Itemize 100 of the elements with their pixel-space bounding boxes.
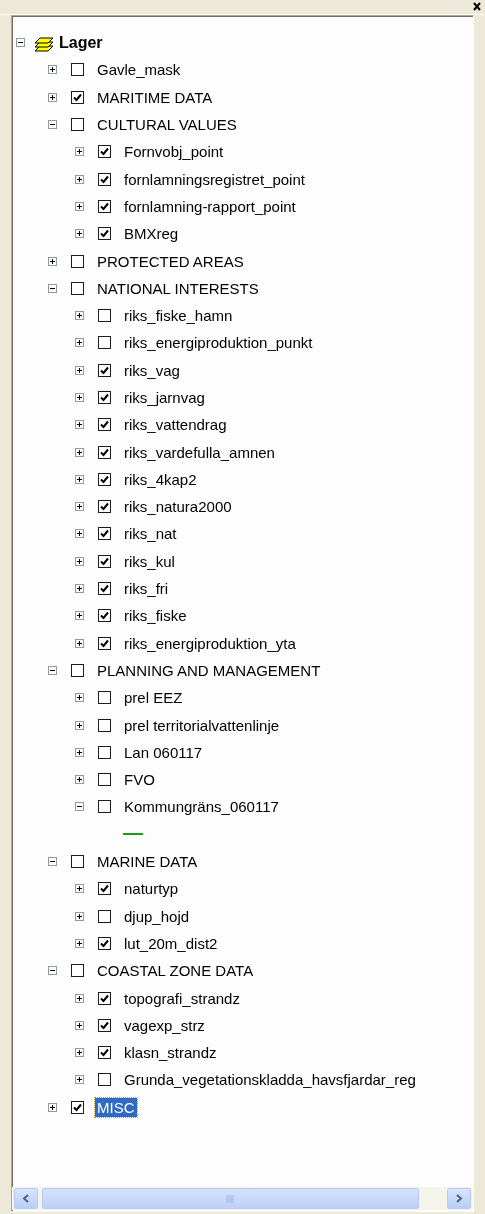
layer-name[interactable]: riks_energiproduktion_yta [122, 633, 298, 653]
scroll-thumb[interactable] [42, 1188, 419, 1209]
checkbox[interactable] [98, 418, 111, 432]
expand-toggle[interactable] [75, 365, 84, 375]
checkbox[interactable] [71, 281, 84, 295]
expand-toggle[interactable] [75, 911, 84, 921]
layer-name[interactable]: Lan 060117 [122, 742, 205, 762]
layer-name[interactable]: fornlamningsregistret_point [122, 169, 307, 189]
layer-name[interactable]: MISC [95, 1097, 137, 1117]
checkbox[interactable] [98, 1046, 111, 1060]
expand-toggle[interactable] [75, 229, 84, 239]
expand-toggle[interactable] [75, 1048, 84, 1058]
expand-toggle[interactable] [75, 556, 84, 566]
checkbox[interactable] [98, 363, 111, 377]
expand-toggle[interactable] [75, 502, 84, 512]
layer-name[interactable]: BMXreg [122, 224, 181, 244]
layer-name[interactable]: prel EEZ [122, 688, 185, 708]
expand-toggle[interactable] [48, 120, 57, 130]
expand-toggle[interactable] [75, 447, 84, 457]
checkbox[interactable] [98, 472, 111, 486]
expand-toggle[interactable] [75, 638, 84, 648]
checkbox[interactable] [98, 172, 111, 186]
checkbox[interactable] [98, 500, 111, 514]
checkbox[interactable] [98, 882, 111, 896]
checkbox[interactable] [98, 800, 111, 814]
checkbox[interactable] [71, 254, 84, 268]
layer-name[interactable]: PLANNING AND MANAGEMENT [95, 660, 323, 680]
layer-name[interactable]: riks_energiproduktion_punkt [122, 333, 315, 353]
expand-toggle[interactable] [75, 174, 84, 184]
layer-name[interactable]: MARITIME DATA [95, 87, 215, 107]
checkbox[interactable] [98, 336, 111, 350]
checkbox[interactable] [71, 90, 84, 104]
expand-toggle[interactable] [75, 393, 84, 402]
layer-name[interactable]: topografi_strandz [122, 988, 242, 1008]
expand-toggle[interactable] [75, 1020, 84, 1030]
checkbox[interactable] [71, 1100, 84, 1114]
layer-name[interactable]: riks_4kap2 [122, 469, 199, 489]
checkbox[interactable] [71, 663, 84, 677]
checkbox[interactable] [98, 991, 111, 1005]
expand-toggle[interactable] [75, 775, 84, 785]
layer-name[interactable]: riks_jarnvag [122, 388, 207, 407]
checkbox[interactable] [98, 909, 111, 923]
scroll-left-button[interactable] [14, 1188, 38, 1209]
checkbox[interactable] [98, 936, 111, 950]
layer-name[interactable]: Kommungräns_060117 [122, 797, 281, 817]
layer-name[interactable]: riks_fri [122, 579, 171, 599]
layer-name[interactable]: riks_nat [122, 524, 179, 544]
layer-name[interactable]: vagexp_strz [122, 1015, 207, 1035]
expand-toggle[interactable] [75, 720, 84, 730]
layer-name[interactable]: klasn_strandz [122, 1043, 219, 1063]
checkbox[interactable] [71, 63, 84, 77]
expand-toggle[interactable] [75, 693, 84, 703]
checkbox[interactable] [98, 445, 111, 459]
layer-name[interactable]: PROTECTED AREAS [95, 251, 246, 271]
layer-name[interactable]: riks_kul [122, 551, 177, 571]
checkbox[interactable] [98, 773, 111, 787]
checkbox[interactable] [71, 964, 84, 978]
layer-name[interactable]: riks_fiske [122, 606, 189, 626]
layer-name[interactable]: Grunda_vegetationskladda_havsfjardar_reg [122, 1070, 418, 1090]
layer-name[interactable]: MARINE DATA [95, 852, 200, 872]
layer-name[interactable]: CULTURAL VALUES [95, 115, 239, 135]
layer-name[interactable]: COASTAL ZONE DATA [95, 961, 256, 981]
checkbox[interactable] [98, 636, 111, 650]
expand-toggle[interactable] [48, 1102, 57, 1112]
checkbox[interactable] [98, 309, 111, 323]
checkbox[interactable] [98, 718, 111, 732]
layer-name[interactable]: naturtyp [122, 879, 181, 899]
expand-toggle[interactable] [48, 966, 57, 976]
layer-name[interactable]: lut_20m_dist2 [122, 933, 220, 953]
checkbox[interactable] [98, 554, 111, 568]
layer-name[interactable]: FVO [122, 770, 157, 790]
expand-toggle[interactable] [75, 420, 84, 430]
checkbox[interactable] [98, 227, 111, 241]
expand-toggle[interactable] [75, 474, 84, 484]
expand-toggle[interactable] [48, 256, 57, 266]
layer-name[interactable]: prel territorialvattenlinje [122, 715, 282, 735]
expand-toggle[interactable] [75, 529, 84, 539]
scroll-right-button[interactable] [447, 1188, 471, 1209]
expand-toggle[interactable] [75, 201, 84, 211]
expand-toggle[interactable] [75, 938, 84, 948]
checkbox[interactable] [98, 1018, 111, 1032]
checkbox[interactable] [98, 527, 111, 541]
expand-toggle[interactable] [75, 584, 84, 594]
tree-root-label[interactable]: Lager [57, 33, 105, 53]
expand-toggle[interactable] [75, 884, 84, 894]
layer-name[interactable]: riks_vattendrag [122, 415, 229, 435]
layer-name[interactable]: riks_fiske_hamn [122, 306, 235, 326]
layer-name[interactable]: fornlamning-rapport_point [122, 196, 298, 216]
checkbox[interactable] [98, 391, 111, 404]
expand-toggle[interactable] [48, 283, 57, 293]
expand-toggle[interactable] [75, 147, 84, 157]
expand-toggle[interactable] [48, 92, 57, 102]
checkbox[interactable] [71, 118, 84, 132]
expand-toggle[interactable] [16, 38, 25, 48]
layer-name[interactable]: Fornvobj_point [122, 142, 226, 162]
checkbox[interactable] [98, 745, 111, 759]
layer-name[interactable]: Gavle_mask [95, 60, 183, 80]
layer-name[interactable]: NATIONAL INTERESTS [95, 278, 261, 298]
layer-name[interactable]: djup_hojd [122, 906, 192, 926]
expand-toggle[interactable] [48, 857, 57, 867]
